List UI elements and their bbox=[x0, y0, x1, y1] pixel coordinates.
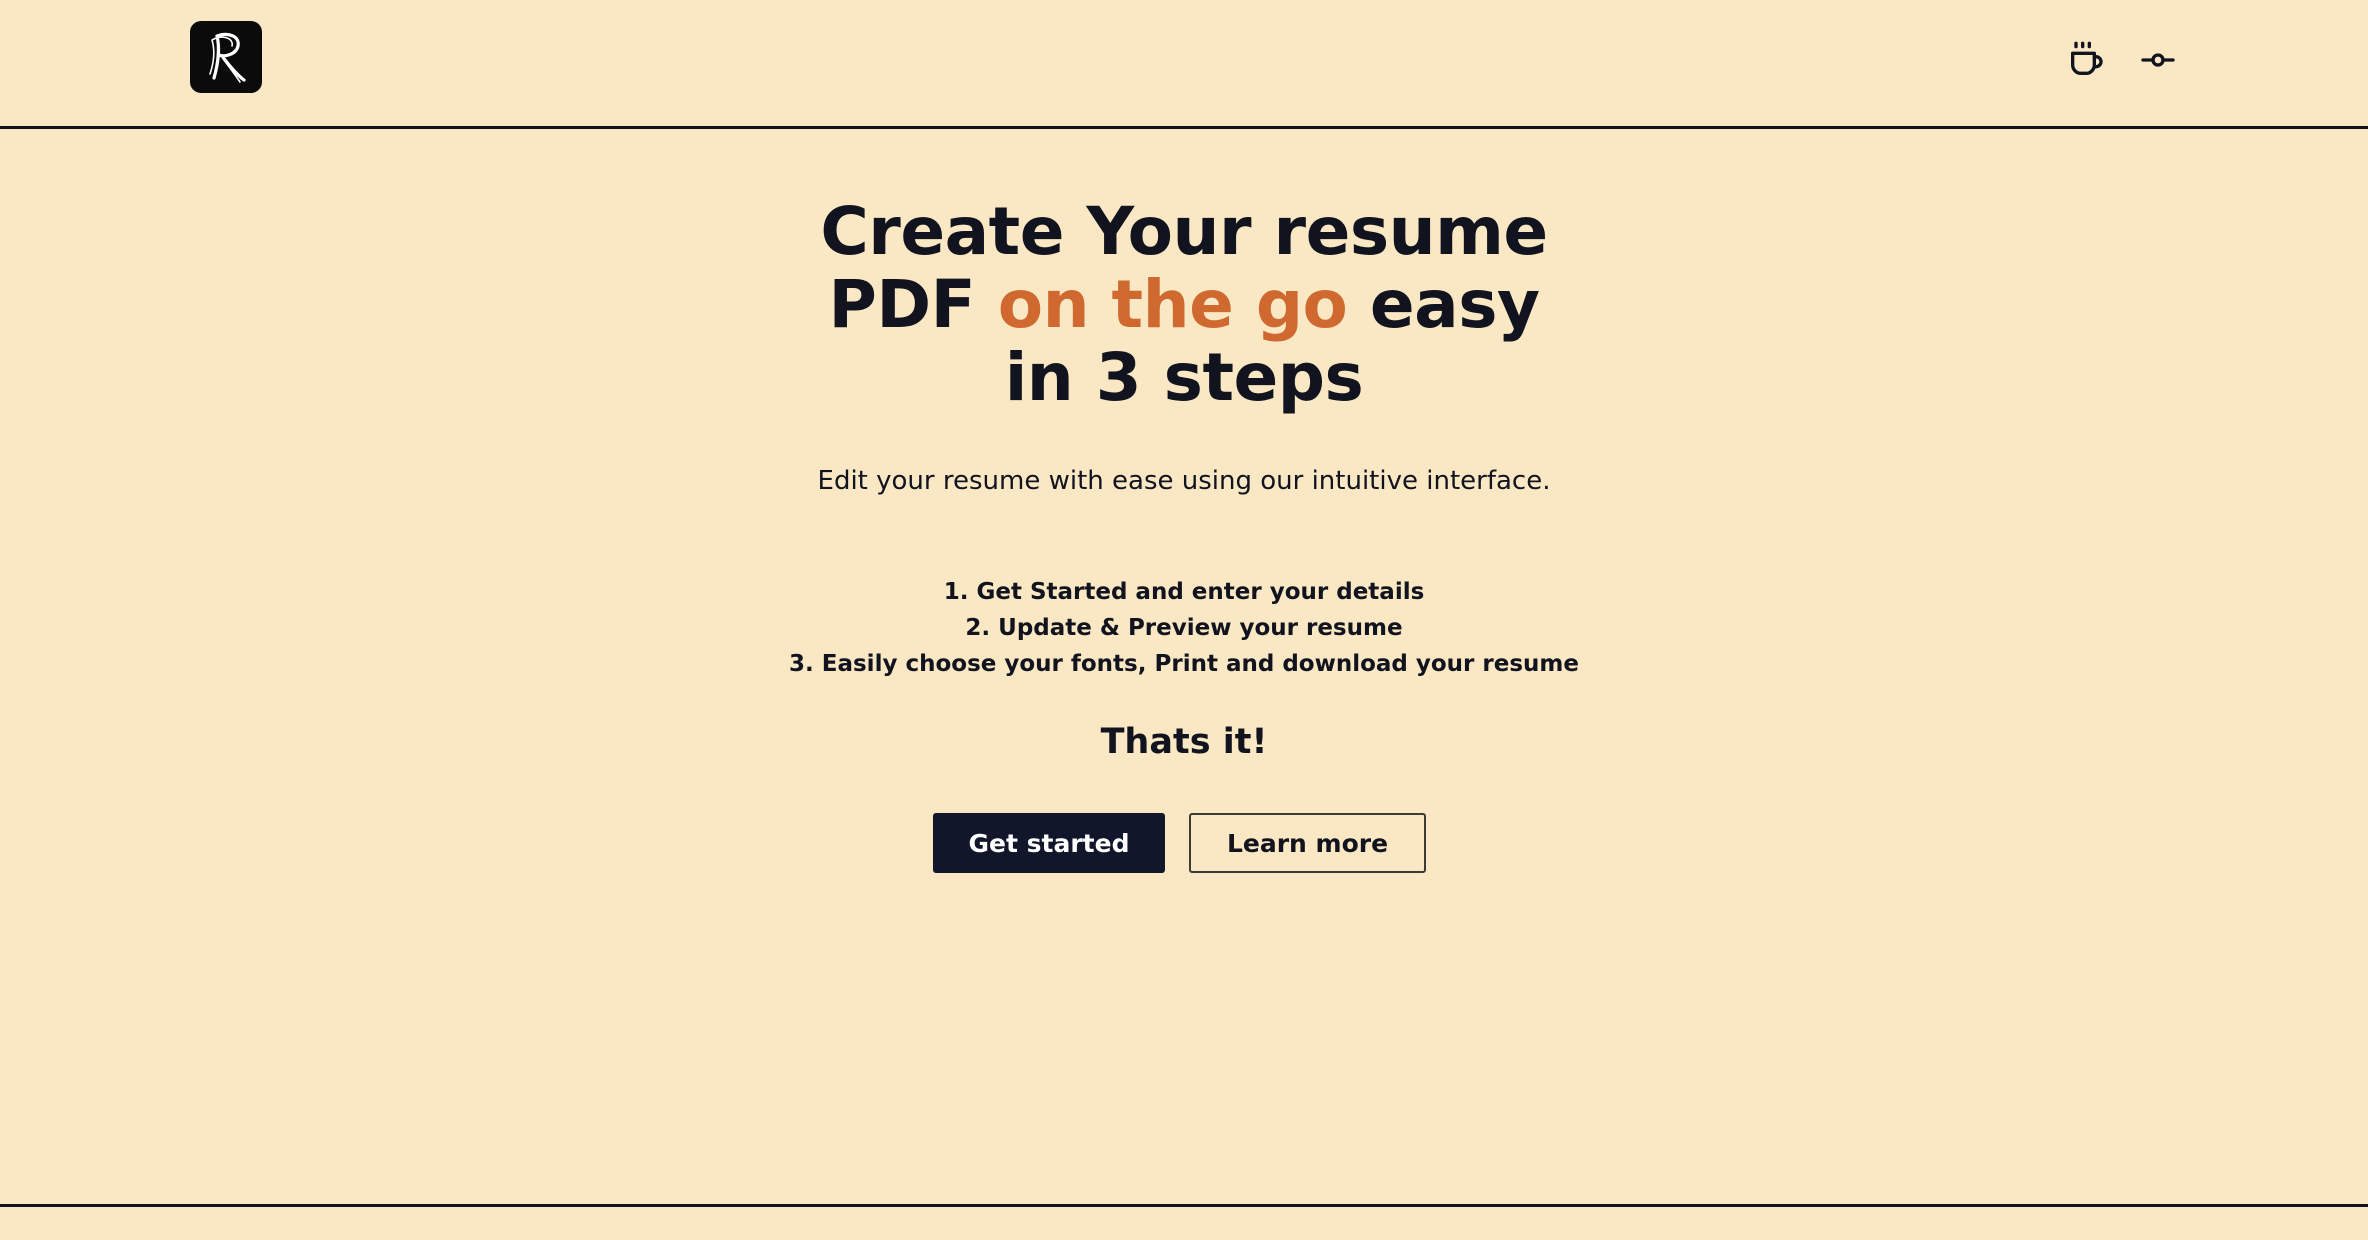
hero-title: Create Your resume PDF on the go easy in… bbox=[784, 195, 1584, 414]
get-started-button[interactable]: Get started bbox=[933, 813, 1165, 873]
git-commit-icon bbox=[2141, 53, 2175, 67]
steps-list: 1. Get Started and enter your details 2.… bbox=[684, 574, 1684, 682]
learn-more-button[interactable]: Learn more bbox=[1189, 813, 1426, 873]
step-item: 2. Update & Preview your resume bbox=[965, 615, 1403, 641]
step-item: 3. Easily choose your fonts, Print and d… bbox=[789, 651, 1579, 677]
coffee-cup-icon bbox=[2071, 41, 2103, 76]
app-logo[interactable] bbox=[190, 21, 262, 93]
hero-subtitle: Edit your resume with ease using our int… bbox=[817, 466, 1551, 496]
buy-me-coffee-button[interactable] bbox=[2062, 36, 2110, 84]
logo-r-glyph bbox=[209, 32, 246, 83]
title-accent: on the go bbox=[997, 266, 1348, 343]
top-navbar bbox=[0, 0, 2368, 129]
closing-text: Thats it! bbox=[1100, 722, 1268, 762]
github-commit-button[interactable] bbox=[2134, 36, 2182, 84]
footer-divider bbox=[0, 1204, 2368, 1207]
step-item: 1. Get Started and enter your details bbox=[943, 579, 1425, 605]
